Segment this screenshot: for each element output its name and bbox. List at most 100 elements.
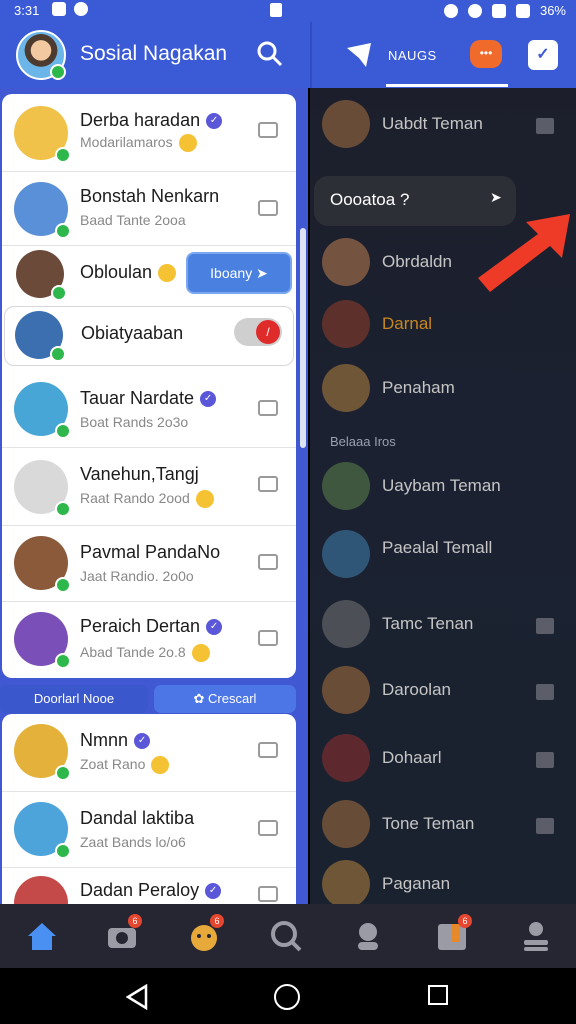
- alarm-icon: [443, 3, 458, 18]
- contact-name: Derba haradan: [80, 110, 201, 130]
- message-icon[interactable]: [258, 476, 278, 492]
- list-item[interactable]: Dandal laktiba Zaat Bands lo/o6: [2, 792, 296, 868]
- list-item[interactable]: Tamc Tenan: [310, 594, 576, 658]
- message-icon[interactable]: [258, 122, 278, 138]
- avatar: [14, 460, 71, 517]
- friend-name: Tamc Tenan: [382, 614, 474, 633]
- checkbox-icon[interactable]: ✓: [528, 40, 558, 70]
- home-button-icon[interactable]: [274, 984, 300, 1010]
- list-item[interactable]: Uabdt Teman: [310, 94, 576, 158]
- contact-name: Dadan Peraloy: [80, 880, 200, 900]
- bottom-navigation: 6 6 6: [0, 904, 576, 968]
- verified-icon: ✓: [206, 113, 223, 130]
- tab-naugs[interactable]: NAUGS: [388, 48, 437, 63]
- contact-subtitle: Zaat Bands lo/o6: [80, 834, 186, 850]
- list-item[interactable]: Bonstah Nenkarn Baad Tante 2ooa: [2, 172, 296, 246]
- wifi-icon: [467, 3, 482, 18]
- friend-name: Paealal Temall: [382, 538, 493, 557]
- notification-badge: 6: [210, 914, 224, 928]
- tab-crescarl[interactable]: ✿ Crescarl: [154, 685, 296, 713]
- friend-name: Daroolan: [382, 680, 451, 699]
- contact-subtitle: Jaat Randio. 2o0o: [80, 568, 194, 584]
- contact-name: Vanehun,Tangj: [80, 464, 199, 484]
- online-badge-icon: [55, 765, 71, 781]
- toggle-switch[interactable]: /: [234, 318, 282, 346]
- message-icon[interactable]: [258, 200, 278, 216]
- inbox-icon[interactable]: 6: [434, 914, 472, 954]
- avatar: [14, 612, 71, 669]
- list-item[interactable]: Derba haradan ✓ Modarilamaros: [2, 94, 296, 172]
- avatar: [322, 238, 370, 286]
- contact-subtitle: Modarilamaros: [80, 134, 173, 150]
- battery-level: 36%: [539, 3, 566, 18]
- message-icon[interactable]: [536, 684, 554, 700]
- contact-name: Obloulan: [80, 262, 153, 282]
- online-badge-icon: [50, 346, 66, 362]
- compose-icon[interactable]: [344, 40, 374, 70]
- scrollbar[interactable]: [300, 228, 306, 448]
- people-icon[interactable]: [350, 918, 386, 954]
- search-icon[interactable]: [256, 40, 284, 68]
- avatar: [14, 876, 68, 904]
- list-item[interactable]: Uaybam Teman: [310, 456, 576, 520]
- online-badge-icon: [50, 64, 66, 80]
- message-icon[interactable]: [258, 820, 278, 836]
- avatar: [322, 600, 370, 648]
- messenger-icon: [74, 2, 88, 16]
- list-item[interactable]: Paealal Temall: [310, 524, 576, 588]
- message-icon[interactable]: [258, 630, 278, 646]
- list-item[interactable]: Dohaarl: [310, 728, 576, 792]
- pet-icon[interactable]: 6: [186, 914, 224, 954]
- list-item[interactable]: Tone Teman: [310, 794, 576, 858]
- contact-subtitle: Abad Tande 2o.8: [80, 644, 186, 660]
- home-icon[interactable]: [24, 918, 60, 954]
- friend-name: Uaybam Teman: [382, 476, 501, 495]
- avatar: [14, 802, 71, 859]
- status-time: 3:31: [14, 3, 40, 18]
- search-icon[interactable]: [268, 918, 304, 954]
- contact-name: Tauar Nardate: [80, 388, 195, 408]
- back-icon[interactable]: [126, 984, 148, 1010]
- friends-panel: Uabdt Teman Oooatoa ? ➤ Obrdaldn Darnal …: [310, 88, 576, 904]
- tab-doorlarl[interactable]: Doorlarl Nooe: [0, 685, 148, 713]
- message-icon[interactable]: [258, 742, 278, 758]
- emoji-icon: [158, 264, 177, 283]
- list-item[interactable]: Nmnn ✓ Zoat Rano: [2, 714, 296, 792]
- chat-bubble-icon[interactable]: •••: [470, 40, 502, 68]
- contact-name: Pavmal PandaNo: [80, 542, 221, 562]
- friend-name: Paganan: [382, 874, 451, 893]
- contact-name: Dandal laktiba: [80, 808, 195, 828]
- list-item[interactable]: Vanehun,Tangj Raat Rando 2ood: [2, 448, 296, 526]
- list-item[interactable]: Dadan Peraloy ✓: [2, 868, 296, 904]
- message-icon[interactable]: [258, 886, 278, 902]
- lock-icon: [270, 3, 282, 17]
- online-badge-icon: [55, 223, 71, 239]
- profile-icon[interactable]: [518, 918, 554, 954]
- list-item[interactable]: Penaham: [310, 358, 576, 422]
- recents-icon[interactable]: [428, 985, 448, 1005]
- friend-name: Penaham: [382, 378, 455, 397]
- list-item[interactable]: Peraich Dertan ✓ Abad Tande 2o.8: [2, 602, 296, 678]
- message-icon[interactable]: [258, 554, 278, 570]
- list-item[interactable]: Paganan: [310, 854, 576, 904]
- profile-avatar[interactable]: [16, 30, 66, 80]
- message-icon[interactable]: [536, 618, 554, 634]
- list-item[interactable]: Pavmal PandaNo Jaat Randio. 2o0o: [2, 526, 296, 602]
- battery-icon: [515, 3, 530, 18]
- list-item[interactable]: Tauar Nardate ✓ Boat Rands 2o3o: [2, 372, 296, 448]
- message-icon[interactable]: [536, 818, 554, 834]
- status-notification-icons: [52, 2, 88, 16]
- friend-name: Darnal: [382, 314, 433, 333]
- avatar: [14, 536, 71, 593]
- camera-icon[interactable]: 6: [104, 914, 142, 954]
- contact-list: Derba haradan ✓ Modarilamaros Bonstah Nen…: [0, 88, 308, 904]
- list-item[interactable]: Darnal: [310, 294, 576, 358]
- online-badge-icon: [55, 501, 71, 517]
- message-icon[interactable]: [536, 118, 554, 134]
- friend-name: Obrdaldn: [382, 252, 452, 271]
- message-icon[interactable]: [258, 400, 278, 416]
- avatar: [14, 106, 71, 163]
- action-pill-button[interactable]: Iboany ➤: [186, 252, 292, 294]
- message-icon[interactable]: [536, 752, 554, 768]
- list-item[interactable]: Daroolan: [310, 660, 576, 724]
